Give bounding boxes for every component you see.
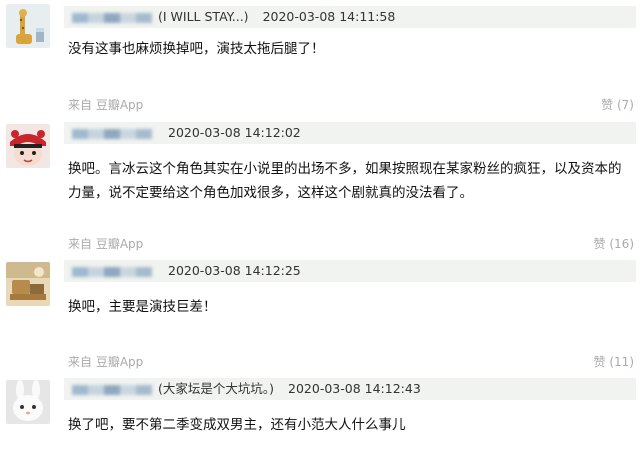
comment-text: 换吧，主要是演技巨差！ [68,299,217,315]
comment-header: (I WILL STAY...) 2020-03-08 14:11:58 [64,6,636,28]
comment-meta: 来自 豆瓣App 赞 (7) [68,96,634,114]
comment-timestamp: 2020-03-08 14:12:25 [168,263,301,278]
room-photo-avatar-icon [6,262,50,306]
comment-meta: 来自 豆瓣App 赞 (11) [68,353,634,371]
comment-header: 2020-03-08 14:12:25 [64,260,636,282]
avatar[interactable] [6,4,50,48]
author-name[interactable] [72,384,152,395]
comment-timestamp: 2020-03-08 14:12:02 [168,125,301,140]
comment-text: 换了吧，要不第二季变成双男主，还有小范大人什么事儿 [68,417,406,433]
comment-timestamp: 2020-03-08 14:11:58 [262,9,396,24]
cartoon-face-avatar-icon [6,124,50,168]
comment-meta: 来自 豆瓣App 赞 (16) [68,235,634,253]
like-button[interactable]: 赞 (16) [594,235,634,253]
rabbit-avatar-icon [6,380,50,424]
author-signature: (I WILL STAY...) [158,9,249,24]
giraffe-avatar-icon [6,4,50,48]
like-button[interactable]: 赞 (11) [594,353,634,371]
comment-header: (大家坛是个大坑坑。) 2020-03-08 14:12:43 [64,378,636,400]
author-name[interactable] [72,12,152,23]
comment-header: 2020-03-08 14:12:02 [64,122,636,144]
source-label: 来自 豆瓣App [68,237,144,251]
comment-timestamp: 2020-03-08 14:12:43 [288,381,421,396]
source-label: 来自 豆瓣App [68,355,144,369]
avatar[interactable] [6,380,50,424]
comment-text: 没有这事也麻烦换掉吧，演技太拖后腿了！ [68,41,325,57]
source-label: 来自 豆瓣App [68,98,144,112]
like-button[interactable]: 赞 (7) [601,96,634,114]
author-name[interactable] [72,266,152,277]
author-signature: (大家坛是个大坑坑。) [158,381,275,396]
avatar[interactable] [6,262,50,306]
avatar[interactable] [6,124,50,168]
comment-text: 换吧。言冰云这个角色其实在小说里的出场不多，如果按照现在某家粉丝的疯狂，以及资本… [68,161,622,201]
author-name[interactable] [72,128,152,139]
